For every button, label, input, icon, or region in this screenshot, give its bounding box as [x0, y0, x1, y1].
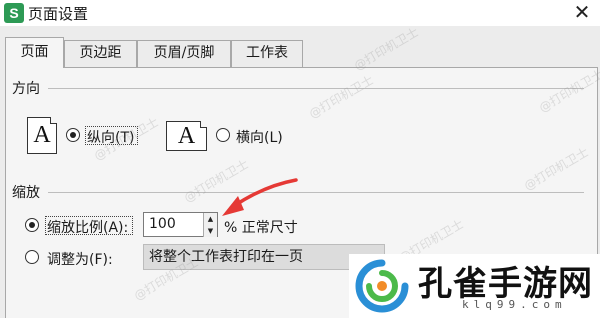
- tab-header-footer[interactable]: 页眉/页脚: [137, 40, 231, 67]
- peacock-logo-icon: [355, 259, 409, 313]
- annotation-arrow-icon: [222, 178, 298, 216]
- portrait-radio[interactable]: [66, 128, 80, 142]
- fit-to-radio[interactable]: [25, 250, 39, 264]
- window-title: 页面设置: [28, 5, 89, 23]
- landscape-page-icon: A: [166, 121, 207, 151]
- portrait-page-icon: A: [27, 117, 57, 154]
- tab-page[interactable]: 页面: [5, 37, 64, 68]
- scale-ratio-radio[interactable]: [25, 218, 39, 232]
- chevron-down-icon: ▼: [207, 227, 214, 235]
- orientation-section-title: 方向: [12, 81, 40, 97]
- fit-to-label: 调整为(F):: [47, 252, 113, 268]
- portrait-label: 纵向(T): [87, 130, 135, 146]
- title-bar: S 页面设置 ✕: [0, 0, 600, 26]
- site-logo-domain: klq99.com: [462, 298, 567, 311]
- landscape-label: 横向(L): [236, 130, 283, 146]
- section-divider: [48, 88, 584, 89]
- scaling-section-title: 缩放: [12, 185, 40, 201]
- app-logo-icon: S: [4, 3, 24, 23]
- tab-margins[interactable]: 页边距: [64, 40, 137, 67]
- landscape-radio[interactable]: [216, 128, 230, 142]
- scale-ratio-label: 缩放比例(A):: [47, 220, 129, 236]
- close-icon: ✕: [573, 0, 591, 24]
- section-divider: [48, 192, 584, 193]
- close-button[interactable]: ✕: [570, 1, 594, 23]
- tab-sheet[interactable]: 工作表: [231, 40, 303, 67]
